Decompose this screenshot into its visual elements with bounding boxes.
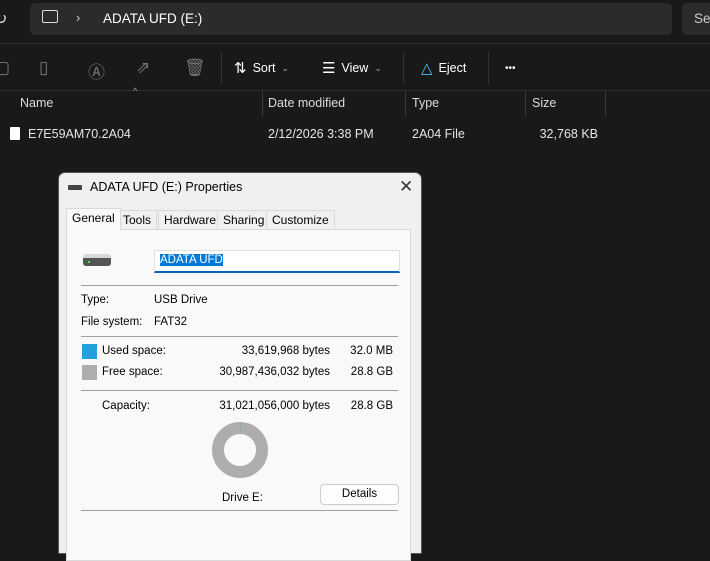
view-label: View [341,61,369,75]
divider [488,52,489,84]
search-placeholder: Se [694,11,710,26]
column-size[interactable]: Size [532,96,556,110]
eject-button[interactable]: △ Eject [421,56,466,80]
rename-icon[interactable]: Ⓐ [88,58,105,83]
properties-dialog: ADATA UFD (E:) Properties ✕ General Tool… [58,172,422,561]
divider [403,52,404,84]
column-name[interactable]: Name [20,96,53,110]
free-space-label: Free space: [102,366,163,378]
column-divider[interactable] [605,91,606,116]
search-input[interactable]: Se [682,3,710,35]
divider [81,510,398,511]
chevron-down-icon: ⌄ [281,62,290,73]
tab-customize[interactable]: Customize [266,210,335,230]
delete-icon[interactable]: 🗑 [184,58,206,78]
drive-label: Drive E: [222,492,263,504]
dialog-title: ADATA UFD (E:) Properties [90,180,243,194]
file-system-label: File system: [81,316,143,328]
eject-label: Eject [438,61,467,75]
file-name: E7E59AM70.2A04 [28,127,131,141]
drive-name-value: ADATA UFD [160,254,223,266]
file-icon [10,127,20,140]
divider [81,336,398,337]
address-bar[interactable]: › ADATA UFD (E:) [30,3,672,35]
file-row[interactable]: E7E59AM70.2A04 2/12/2026 3:38 PM 2A04 Fi… [0,120,710,148]
more-button[interactable]: ••• [505,56,516,80]
sort-label: Sort [252,61,276,75]
computer-icon [42,10,58,23]
file-type: 2A04 File [412,127,465,141]
column-type[interactable]: Type [412,96,439,110]
file-size: 32,768 KB [539,127,598,141]
file-system-value: FAT32 [154,316,188,328]
view-icon: ☰ [322,60,336,77]
used-color-swatch [82,344,97,359]
tab-general[interactable]: General [66,208,121,230]
capacity-label: Capacity: [102,400,150,412]
breadcrumb[interactable]: ADATA UFD (E:) [103,11,202,26]
usb-drive-icon [83,254,111,266]
sort-button[interactable]: ⇅ Sort ⌄ [234,56,289,80]
type-label: Type: [81,294,110,306]
sort-arrow-icon: ^ [133,86,138,96]
used-space-size: 32.0 MB [350,345,393,357]
usage-donut-chart [212,422,268,478]
view-button[interactable]: ☰ View ⌄ [322,56,382,80]
share-icon[interactable]: ⇗ [136,58,150,78]
type-value: USB Drive [154,294,208,306]
paste-icon[interactable]: ▯ [39,58,48,78]
tab-sharing[interactable]: Sharing [217,210,271,230]
free-color-swatch [82,365,97,380]
sort-icon: ⇅ [234,60,247,77]
capacity-bytes: 31,021,056,000 bytes [219,400,330,412]
divider [221,52,222,84]
drive-icon [68,185,82,190]
used-space-bytes: 33,619,968 bytes [241,345,330,357]
general-pane: ADATA UFD Type: USB Drive File system: F… [66,229,411,561]
chevron-right-icon: › [76,10,81,25]
tab-hardware[interactable]: Hardware [158,210,223,230]
file-date: 2/12/2026 3:38 PM [268,127,374,141]
copy-icon[interactable]: ▢ [0,58,10,78]
refresh-icon[interactable]: ↻ [0,9,7,29]
free-space-bytes: 30,987,436,032 bytes [219,366,330,378]
chevron-down-icon: ⌄ [374,62,382,73]
divider [81,285,398,286]
close-button[interactable]: ✕ [399,177,413,197]
drive-name-input[interactable]: ADATA UFD [154,250,400,273]
divider [81,390,398,391]
divider [0,43,710,44]
free-space-ring [212,422,268,478]
eject-icon: △ [421,60,433,77]
divider [0,90,710,91]
free-space-size: 28.8 GB [350,366,393,378]
column-divider[interactable] [262,91,263,116]
column-date-modified[interactable]: Date modified [268,96,345,110]
details-button[interactable]: Details [320,484,399,505]
column-divider[interactable] [405,91,406,116]
used-space-label: Used space: [102,345,166,357]
column-divider[interactable] [525,91,526,116]
tab-tools[interactable]: Tools [117,210,158,230]
capacity-size: 28.8 GB [350,400,393,412]
